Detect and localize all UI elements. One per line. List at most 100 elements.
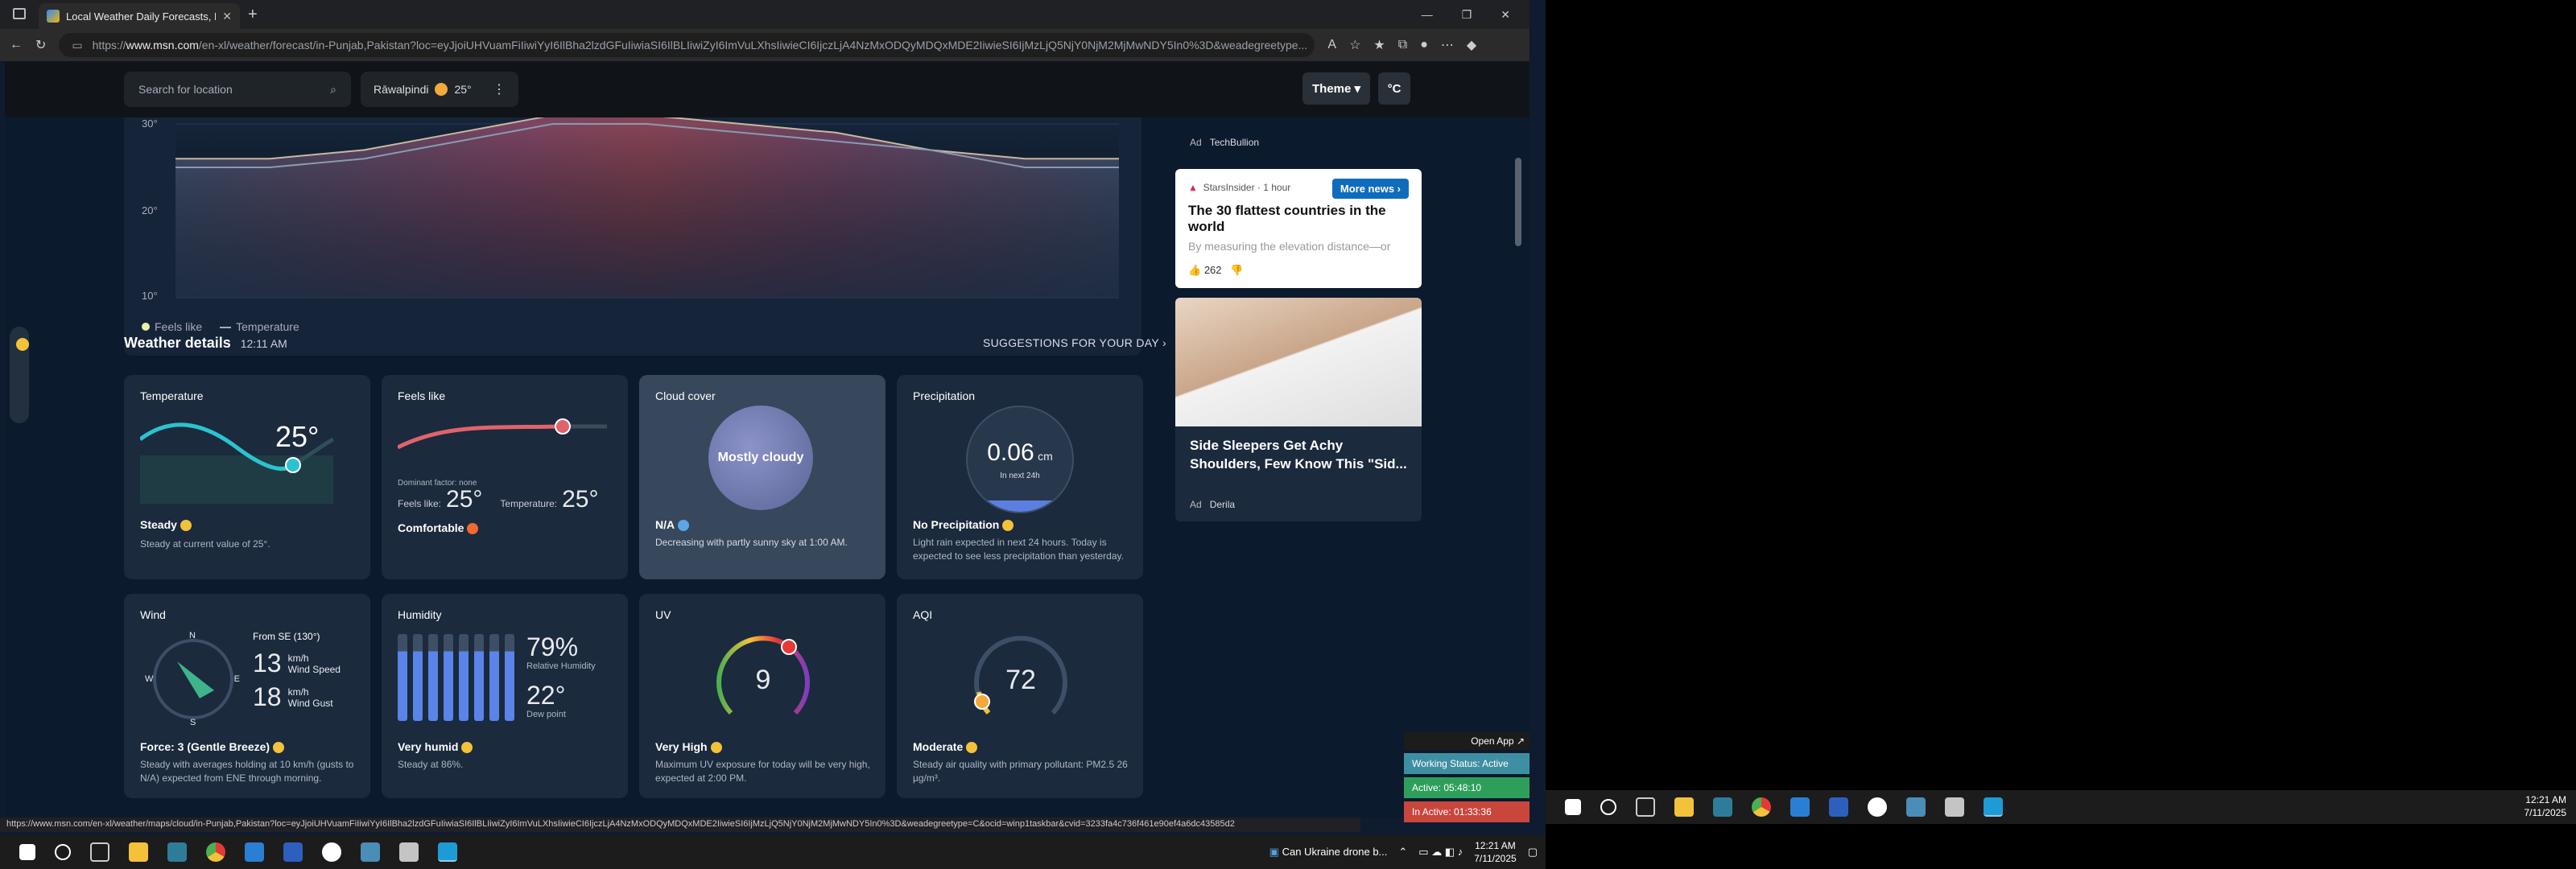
details-time: 12:11 AM: [240, 337, 287, 350]
zoom-icon[interactable]: [283, 842, 303, 862]
weather-details-title: Weather details 12:11 AM: [124, 335, 287, 351]
precip-desc: Light rain expected in next 24 hours. To…: [913, 537, 1124, 562]
msn-favicon-icon: [47, 10, 60, 23]
cloud-desc: Decreasing with partly sunny sky at 1:00…: [655, 537, 848, 548]
notification-icon[interactable]: ▢: [1528, 846, 1538, 859]
app-icon[interactable]: [322, 842, 341, 862]
search-icon[interactable]: [55, 844, 71, 860]
uv-value: 9: [755, 665, 771, 695]
y-tick-10: 10°: [142, 290, 158, 302]
address-bar[interactable]: ▭ https://www.msn.com/en-xl/weather/fore…: [59, 33, 1315, 57]
browser-tab[interactable]: Local Weather Daily Forecasts, Ra ✕: [39, 3, 240, 29]
more-options-icon[interactable]: ⋮: [493, 81, 506, 97]
temperature-card[interactable]: Temperature 25° Steady Steady at current…: [124, 375, 370, 579]
app-icon-3[interactable]: [399, 842, 419, 862]
taskbar-primary: ▣ Can Ukraine drone b... ⌃ ▭ ☁ ◧ ♪ 12:21…: [0, 835, 1546, 869]
profile-avatar-icon[interactable]: ●: [1420, 38, 1428, 52]
favorites-icon[interactable]: ★: [1373, 37, 1385, 53]
vscode-icon[interactable]: [1790, 797, 1810, 817]
aqi-card[interactable]: AQI 72 Moderate Steady air quality with …: [897, 594, 1143, 798]
maximize-icon[interactable]: ❐: [1462, 8, 1472, 22]
copilot-icon[interactable]: ◆: [1467, 37, 1476, 53]
tab-actions-icon[interactable]: [13, 8, 26, 19]
task-view-icon[interactable]: [1636, 797, 1655, 817]
wind-desc: Steady with averages holding at 10 km/h …: [140, 759, 354, 784]
legend-feels-like[interactable]: Feels like: [142, 320, 202, 333]
site-info-icon[interactable]: ▭: [72, 39, 82, 52]
file-explorer-icon[interactable]: [1674, 797, 1694, 817]
tray-chevron-icon[interactable]: ⌃: [1398, 846, 1407, 859]
file-explorer-icon[interactable]: [129, 842, 148, 862]
wind-card[interactable]: Wind N E S W From SE (130°) 13 km/h Wind …: [124, 594, 370, 798]
dislike-icon: 👎: [1230, 264, 1244, 276]
favorite-star-icon[interactable]: ☆: [1349, 37, 1360, 53]
aqi-desc: Steady air quality with primary pollutan…: [913, 759, 1128, 784]
cloud-cover-card[interactable]: Cloud cover Mostly cloudy N/A Decreasing…: [639, 375, 886, 579]
uv-desc: Maximum UV exposure for today will be ve…: [655, 759, 870, 784]
wind-arrow-icon: [177, 661, 214, 698]
feels-like-card[interactable]: Feels like Dominant factor: none Feels l…: [382, 375, 628, 579]
app-icon[interactable]: [1868, 797, 1887, 817]
precipitation-card[interactable]: Precipitation 0.06 cm In next 24h No Pre…: [897, 375, 1143, 579]
page-scrollbar[interactable]: [1515, 158, 1521, 246]
humidity-bar: [444, 634, 453, 721]
windows-start-icon[interactable]: [19, 844, 35, 860]
suggestions-link[interactable]: SUGGESTIONS FOR YOUR DAY ›: [983, 336, 1166, 349]
app-icon-3[interactable]: [1945, 797, 1964, 817]
ad-image: [1175, 298, 1422, 426]
card-title: Humidity: [398, 608, 442, 621]
unit-toggle-button[interactable]: °C: [1378, 72, 1410, 105]
clock[interactable]: 12:21 AM 7/11/2025: [1474, 839, 1517, 865]
zoom-icon[interactable]: [1829, 797, 1848, 817]
store-icon[interactable]: [167, 842, 187, 862]
collections-icon[interactable]: ⧉: [1398, 38, 1407, 52]
wind-gust: 18 km/h Wind Gust: [253, 682, 333, 711]
news-widget[interactable]: ▣ Can Ukraine drone b...: [1269, 846, 1388, 859]
clock-secondary[interactable]: 12:21 AM 7/11/2025: [2524, 793, 2567, 819]
chrome-icon[interactable]: [1752, 797, 1771, 817]
task-view-icon[interactable]: [90, 842, 109, 862]
news-card[interactable]: ▲ StarsInsider · 1 hour More news › The …: [1175, 169, 1422, 288]
edge-icon[interactable]: [1984, 797, 2003, 817]
partly-cloudy-icon: [435, 83, 448, 96]
search-input[interactable]: Search for location ⌕: [124, 72, 351, 107]
active-time: Active: 05:48:10: [1404, 777, 1530, 798]
card-title: UV: [655, 608, 671, 621]
y-tick-30: 30°: [142, 117, 158, 130]
humidity-card[interactable]: Humidity 79% Relative Humidity 22° Dew p…: [382, 594, 628, 798]
refresh-icon[interactable]: ↻: [35, 37, 46, 53]
location-chip[interactable]: Rāwalpindi 25° ⋮: [361, 72, 518, 107]
card-title: Temperature: [140, 389, 204, 402]
edge-icon[interactable]: [438, 842, 457, 862]
legend-temperature[interactable]: Temperature: [220, 320, 299, 333]
new-tab-icon[interactable]: +: [248, 6, 258, 24]
tray-icons[interactable]: ▭ ☁ ◧ ♪: [1418, 846, 1463, 859]
close-tab-icon[interactable]: ✕: [222, 10, 232, 23]
close-window-icon[interactable]: ✕: [1501, 8, 1510, 22]
ad-card-derila[interactable]: Side Sleepers Get Achy Shoulders, Few Kn…: [1175, 298, 1422, 521]
app-icon-2[interactable]: [1906, 797, 1926, 817]
like-icon: 👍: [1188, 264, 1202, 276]
read-aloud-icon[interactable]: A: [1327, 38, 1336, 52]
more-news-button[interactable]: More news ›: [1331, 179, 1409, 199]
card-title: Feels like: [398, 389, 446, 402]
minimize-icon[interactable]: —: [1422, 8, 1433, 22]
app-icon-2[interactable]: [361, 842, 380, 862]
chrome-icon[interactable]: [206, 842, 225, 862]
uv-card[interactable]: UV 9 Very High Maximum UV exposure for t…: [639, 594, 886, 798]
temperature-status: Steady: [140, 518, 192, 532]
side-scroll-indicator[interactable]: [10, 327, 29, 423]
wind-compass: N E S W: [145, 631, 240, 727]
humidity-bar: [459, 634, 469, 721]
search-icon[interactable]: ⌕: [330, 83, 336, 97]
vscode-icon[interactable]: [245, 842, 264, 862]
theme-button[interactable]: Theme ▾: [1302, 72, 1371, 105]
store-icon[interactable]: [1713, 797, 1732, 817]
more-menu-icon[interactable]: ⋯: [1441, 37, 1454, 53]
search-icon[interactable]: [1600, 799, 1616, 815]
time-tracker-popup: Open App ↗ Working Status: Active Active…: [1404, 732, 1530, 822]
open-app-button[interactable]: Open App ↗: [1404, 732, 1530, 750]
back-icon[interactable]: ←: [10, 38, 23, 52]
windows-start-icon[interactable]: [1565, 799, 1581, 815]
news-likes[interactable]: 👍 262 👎: [1188, 264, 1244, 277]
